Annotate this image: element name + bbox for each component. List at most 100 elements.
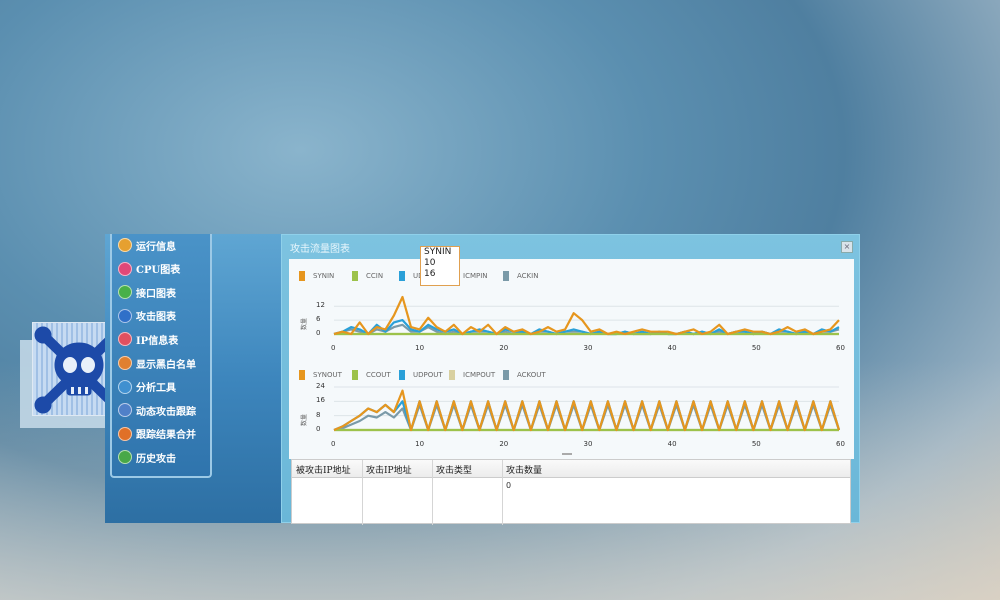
- sidebar-item-tool[interactable]: 分析工具: [118, 377, 176, 397]
- x-tick-label: 40: [667, 344, 677, 352]
- legend-swatch: [399, 271, 405, 281]
- legend-label: ACKIN: [517, 272, 539, 280]
- sidebar-item-label: 接口图表: [136, 288, 176, 300]
- y-tick-label: 0: [316, 425, 321, 433]
- legend-item-ackin[interactable]: ACKIN: [503, 271, 538, 281]
- y-axis-label: 数量: [301, 317, 308, 330]
- legend-swatch: [299, 370, 305, 380]
- attack-table: 被攻击IP地址 攻击IP地址 攻击类型 攻击数量 0: [291, 459, 851, 525]
- line-chart-1: [333, 295, 840, 336]
- sidebar-item-ip[interactable]: IP信息表: [118, 329, 178, 349]
- y-tick-label: 8: [316, 410, 321, 419]
- window-title: 攻击流量图表: [290, 244, 350, 255]
- legend-item-synin[interactable]: SYNIN: [299, 271, 334, 281]
- merge-icon: [118, 426, 132, 441]
- splitter-handle[interactable]: [562, 453, 572, 455]
- sidebar-item-label: 分析工具: [136, 383, 176, 395]
- legend-item-udpout[interactable]: UDPOUT: [399, 370, 443, 380]
- cpu-icon: [118, 261, 132, 276]
- y-tick-label: 6: [316, 315, 321, 324]
- y-tick-label: 24: [316, 382, 325, 390]
- close-button[interactable]: ×: [841, 241, 853, 253]
- tooltip-x: 10: [424, 258, 436, 268]
- sidebar-menu: 运行信息 CPU图表接口图表攻击图表 IP信息表显示黑白名单 分析工具动态攻击跟踪 跟踪…: [110, 234, 212, 478]
- track-icon: [118, 403, 132, 418]
- column-divider: [502, 460, 503, 525]
- table-header-cell[interactable]: 攻击数量: [506, 463, 542, 476]
- legend-swatch: [352, 370, 358, 380]
- sidebar-item-list[interactable]: 显示黑白名单: [118, 353, 196, 373]
- sidebar-item-interface[interactable]: 接口图表: [118, 282, 176, 302]
- sidebar-item-track[interactable]: 动态攻击跟踪: [118, 400, 196, 420]
- x-tick-label: 10: [415, 440, 425, 448]
- sidebar-item-label: 运行信息: [136, 241, 176, 253]
- legend-swatch: [503, 370, 509, 380]
- legend-label: ICMPOUT: [463, 371, 496, 379]
- legend-label: CCIN: [366, 272, 384, 280]
- x-tick-label: 0: [331, 440, 336, 448]
- x-tick-label: 10: [415, 344, 425, 352]
- sidebar-item-label: 跟踪结果合并: [136, 430, 196, 442]
- legend-label: CCOUT: [366, 371, 391, 379]
- table-header: 被攻击IP地址 攻击IP地址 攻击类型 攻击数量: [292, 460, 850, 478]
- legend-label: UDPOUT: [413, 371, 443, 379]
- x-tick-label: 60: [836, 344, 845, 352]
- sidebar-item-label: IP信息表: [136, 335, 179, 347]
- sidebar-item-info[interactable]: 运行信息: [118, 235, 176, 255]
- legend-swatch: [299, 271, 305, 281]
- y-axis-label: 数量: [301, 413, 308, 426]
- legend-item-icmpout[interactable]: ICMPOUT: [449, 370, 495, 380]
- table-header-cell[interactable]: 被攻击IP地址: [296, 463, 351, 476]
- attack-chart-icon: [118, 308, 132, 323]
- x-tick-label: 50: [751, 440, 761, 448]
- x-tick-label: 20: [499, 344, 509, 352]
- legend-item-ccin[interactable]: CCIN: [352, 271, 383, 281]
- chart-tooltip: SYNIN 10 16: [420, 246, 460, 286]
- legend-swatch: [449, 370, 455, 380]
- sidebar-item-label: 显示黑白名单: [136, 359, 196, 371]
- legend-label: ACKOUT: [517, 371, 546, 379]
- sidebar-item-cpu[interactable]: CPU图表: [118, 259, 180, 279]
- column-divider: [362, 460, 363, 525]
- sidebar-item-history[interactable]: 历史攻击: [118, 447, 176, 467]
- y-tick-label: 0: [316, 329, 321, 337]
- list-icon: [118, 356, 132, 370]
- interface-icon: [118, 285, 132, 300]
- x-tick-label: 50: [751, 344, 761, 352]
- sidebar-item-attack-chart[interactable]: 攻击图表: [118, 306, 176, 326]
- tool-icon: [118, 379, 132, 394]
- legend-item-synout[interactable]: SYNOUT: [299, 370, 342, 380]
- column-divider: [432, 460, 433, 525]
- legend-label: SYNIN: [313, 272, 335, 280]
- legend-swatch: [503, 271, 509, 281]
- x-tick-label: 20: [499, 440, 509, 448]
- legend-label: ICMPIN: [463, 272, 488, 280]
- line-chart-2: [333, 386, 841, 432]
- info-icon: [118, 238, 132, 252]
- legend-swatch: [399, 370, 405, 380]
- sidebar-item-label: 动态攻击跟踪: [136, 406, 196, 418]
- legend-label: SYNOUT: [313, 371, 342, 379]
- table-header-cell[interactable]: 攻击IP地址: [366, 463, 412, 476]
- sidebar-item-label: CPU图表: [136, 265, 181, 277]
- table-cell: 0: [506, 481, 512, 490]
- y-tick-label: 12: [316, 301, 325, 310]
- table-header-cell[interactable]: 攻击类型: [436, 463, 472, 476]
- tooltip-y: 16: [424, 269, 436, 279]
- legend-item-ackout[interactable]: ACKOUT: [503, 370, 546, 380]
- y-tick-label: 16: [316, 396, 325, 405]
- chart-area: SYNINCCINUDPINICMPINACKIN数量1260010203040…: [289, 259, 854, 459]
- x-tick-label: 30: [583, 344, 593, 352]
- legend-item-ccout[interactable]: CCOUT: [352, 370, 391, 380]
- window-title-bar: 攻击流量图表 ×: [282, 235, 859, 257]
- attack-traffic-window: 攻击流量图表 × SYNINCCINUDPINICMPINACKIN数量1260…: [281, 234, 860, 525]
- sidebar-item-label: 攻击图表: [136, 312, 176, 324]
- history-icon: [118, 450, 132, 465]
- x-tick-label: 30: [583, 440, 593, 448]
- x-tick-label: 40: [667, 440, 677, 448]
- sidebar-item-merge[interactable]: 跟踪结果合并: [118, 424, 196, 444]
- sidebar-item-label: 历史攻击: [136, 453, 176, 465]
- ip-icon: [118, 332, 132, 347]
- legend-swatch: [352, 271, 358, 281]
- tooltip-series: SYNIN: [424, 247, 452, 257]
